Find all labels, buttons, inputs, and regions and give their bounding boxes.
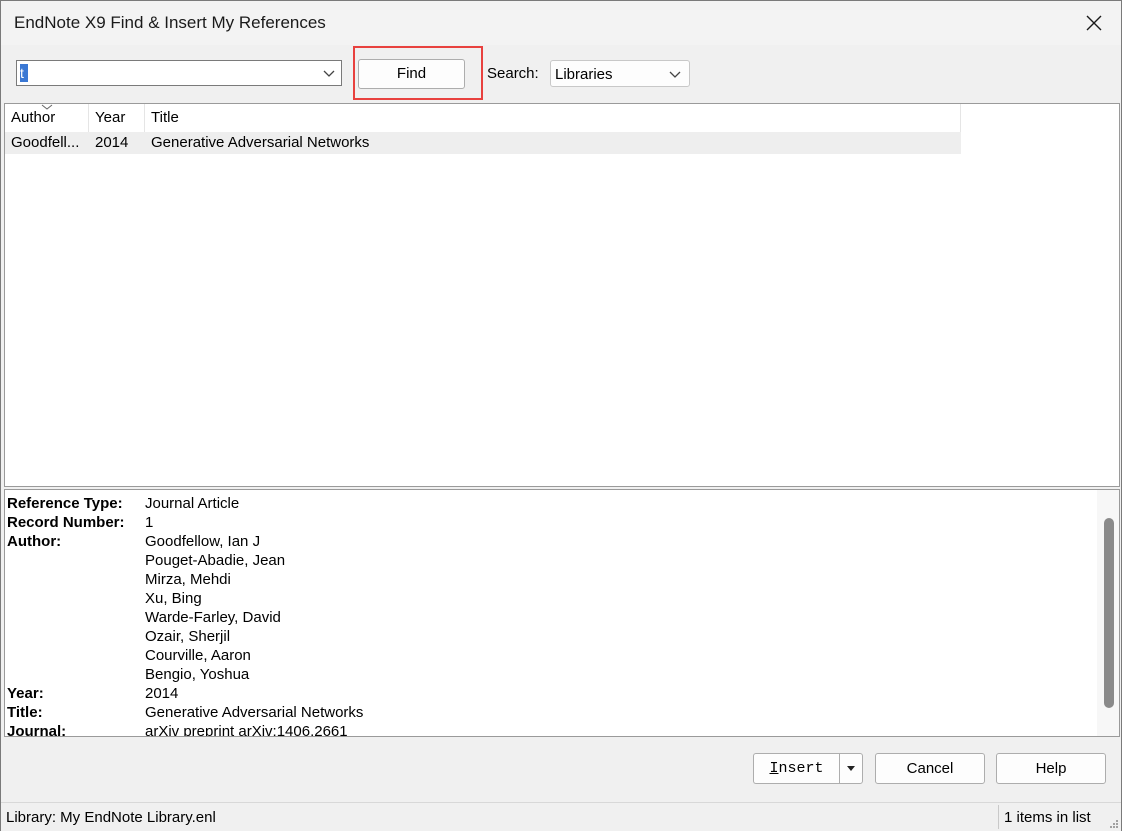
close-button[interactable] (1067, 1, 1121, 45)
detail-scrollbar[interactable] (1097, 490, 1119, 736)
column-header-author-label: Author (11, 109, 56, 126)
chevron-down-icon (669, 71, 681, 78)
sort-indicator-icon (41, 104, 53, 110)
find-button[interactable]: Find (358, 59, 465, 89)
column-header-author[interactable]: Author (5, 104, 89, 132)
column-header-title[interactable]: Title (145, 104, 961, 132)
insert-button[interactable]: Insert (753, 753, 839, 784)
search-combobox[interactable]: t (16, 60, 342, 86)
status-divider (998, 805, 999, 829)
record-number-label: Record Number: (7, 514, 125, 531)
year-label: Year: (7, 685, 44, 702)
author-value: Mirza, Mehdi (145, 571, 231, 588)
title-bar: EndNote X9 Find & Insert My References (1, 1, 1121, 45)
help-button[interactable]: Help (996, 753, 1106, 784)
title-label: Title: (7, 704, 43, 721)
row-author: Goodfell... (11, 134, 80, 151)
insert-options-button[interactable] (839, 753, 863, 784)
status-item-count: 1 items in list (1004, 809, 1091, 826)
search-scope-select[interactable]: Libraries (550, 60, 690, 87)
row-year: 2014 (95, 134, 129, 151)
row-title: Generative Adversarial Networks (151, 134, 370, 151)
close-icon (1086, 15, 1102, 31)
author-value: Bengio, Yoshua (145, 666, 250, 683)
author-value: Ozair, Sherjil (145, 628, 231, 645)
title-value: Generative Adversarial Networks (145, 704, 364, 721)
author-value: Pouget-Abadie, Jean (145, 552, 286, 569)
results-list[interactable]: Author Year Title Goodfell... 2014 Gener… (4, 103, 1120, 487)
table-row[interactable]: Goodfell... 2014 Generative Adversarial … (5, 132, 961, 154)
author-label: Author: (7, 533, 62, 550)
insert-label: nsert (778, 760, 824, 777)
year-value: 2014 (145, 685, 179, 702)
status-library: Library: My EndNote Library.enl (6, 809, 216, 826)
reference-detail-pane[interactable]: Reference Type: Journal Article Record N… (4, 489, 1120, 737)
column-header-year-label: Year (95, 109, 126, 126)
author-value: Xu, Bing (145, 590, 202, 607)
column-header-title-label: Title (151, 109, 179, 126)
cancel-button[interactable]: Cancel (875, 753, 985, 784)
search-scope-value: Libraries (555, 66, 613, 83)
journal-label: Journal: (7, 723, 67, 737)
search-input-value[interactable]: t (20, 64, 28, 82)
reference-type-value: Journal Article (145, 495, 240, 512)
insert-accelerator: I (769, 760, 779, 777)
scrollbar-thumb[interactable] (1104, 518, 1114, 708)
chevron-down-icon[interactable] (322, 66, 336, 80)
author-value: Goodfellow, Ian J (145, 533, 261, 550)
window-title: EndNote X9 Find & Insert My References (14, 13, 326, 32)
resize-grip-icon[interactable] (1109, 819, 1119, 829)
column-header-year[interactable]: Year (89, 104, 145, 132)
journal-value: arXiv preprint arXiv:1406.2661 (145, 723, 348, 737)
status-bar: Library: My EndNote Library.enl 1 items … (1, 802, 1121, 831)
find-insert-dialog: EndNote X9 Find & Insert My References t… (0, 0, 1122, 831)
search-scope-label: Search: (487, 65, 539, 82)
dropdown-arrow-icon (847, 766, 855, 771)
author-value: Courville, Aaron (145, 647, 251, 664)
author-value: Warde-Farley, David (145, 609, 281, 626)
record-number-value: 1 (145, 514, 154, 531)
reference-type-label: Reference Type: (7, 495, 123, 512)
